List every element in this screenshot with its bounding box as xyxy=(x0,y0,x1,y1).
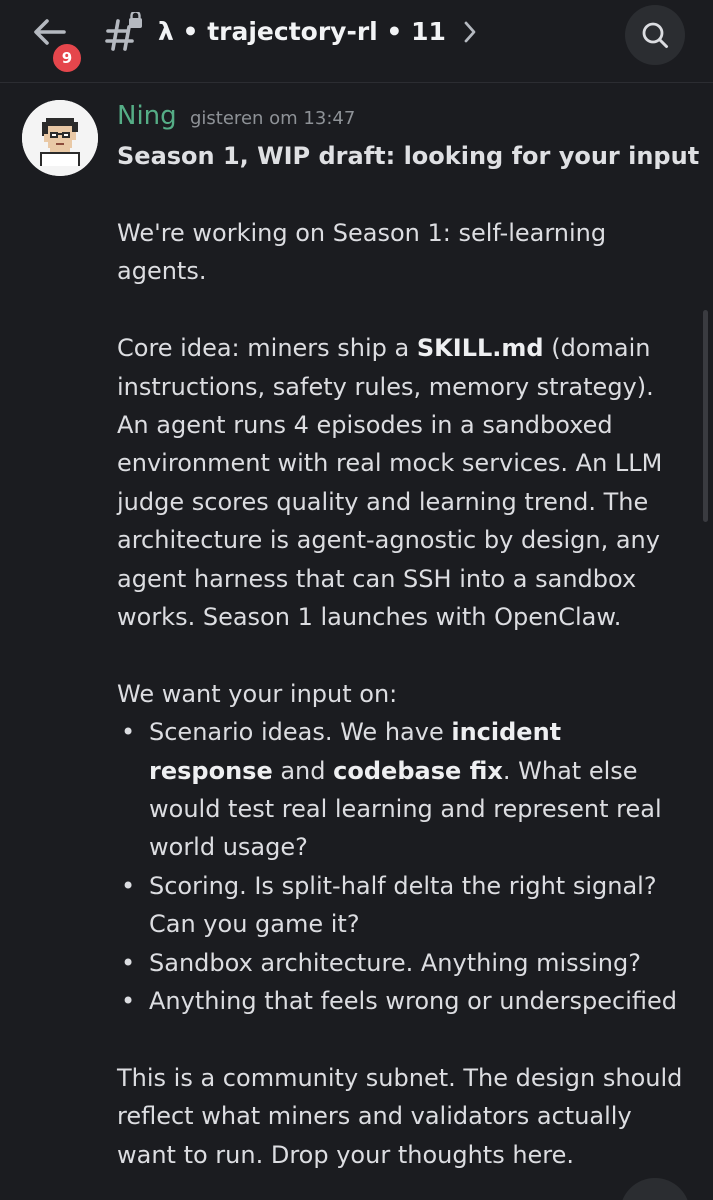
paragraph-intro: We're working on Season 1: self-learning… xyxy=(117,219,607,286)
chevron-right-icon[interactable] xyxy=(462,19,478,45)
list-item: • Anything that feels wrong or underspeci… xyxy=(121,987,678,1016)
search-icon xyxy=(642,22,668,48)
message-timestamp: gisteren om 13:47 xyxy=(190,108,356,129)
paragraph-closing: This is a community subnet. The design s… xyxy=(117,1063,683,1169)
floating-action-button[interactable] xyxy=(620,1178,690,1200)
scrollbar[interactable] xyxy=(703,310,708,522)
paragraph-core-idea: Core idea: miners ship a SKILL.md (domai… xyxy=(117,334,663,632)
list-item: • Scenario ideas. We have incident respon… xyxy=(121,718,662,862)
message-title: Season 1, WIP draft: looking for your in… xyxy=(117,142,700,170)
list-item: • Sandbox architecture. Anything missing? xyxy=(121,948,641,977)
list-item: • Scoring. Is split-half delta the right … xyxy=(121,871,657,939)
author-name[interactable]: Ning xyxy=(117,98,177,134)
channel-header: 9 λ • trajectory-rl • 11 xyxy=(0,0,713,83)
message-body: We're working on Season 1: self-learning… xyxy=(117,214,692,1174)
unread-badge: 9 xyxy=(50,41,84,75)
skill-file-name: SKILL.md xyxy=(416,334,544,363)
channel-title[interactable]: λ • trajectory-rl • 11 xyxy=(158,14,446,50)
back-button[interactable]: 9 xyxy=(28,10,84,75)
search-button[interactable] xyxy=(625,5,685,65)
input-list: • Scenario ideas. We have incident respon… xyxy=(117,713,692,1020)
chat-screen: 9 λ • trajectory-rl • 11 Ning gisteren o… xyxy=(0,0,713,1200)
paragraph-input-request: We want your input on: xyxy=(117,679,398,708)
avatar[interactable] xyxy=(22,100,98,176)
hashtag-lock-icon xyxy=(104,10,148,56)
